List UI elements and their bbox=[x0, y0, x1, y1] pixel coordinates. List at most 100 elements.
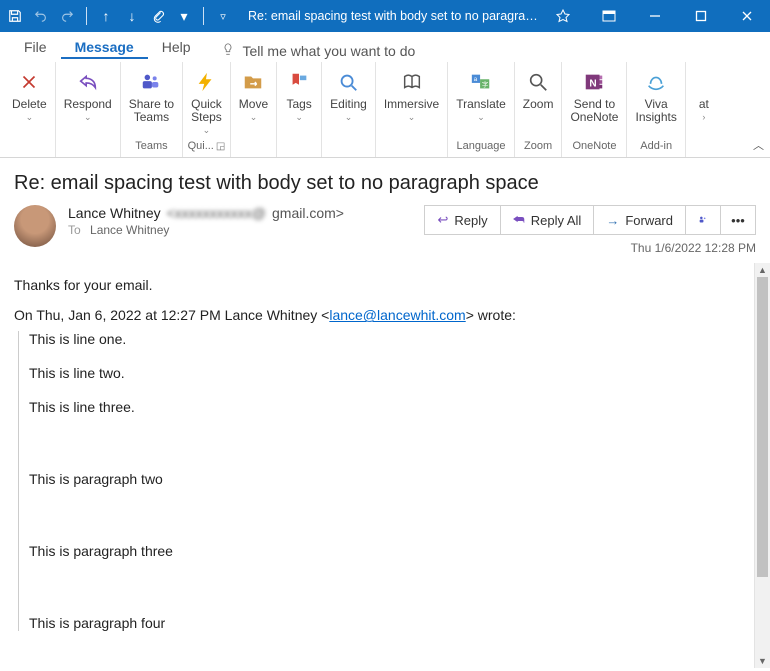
send-to-onenote-button[interactable]: NSend to OneNote bbox=[564, 66, 624, 126]
titlebar: ↑ ↓ ▾ ▿ Re: email spacing test with body… bbox=[0, 0, 770, 32]
at-icon bbox=[690, 68, 718, 96]
menu-help[interactable]: Help bbox=[148, 35, 205, 59]
message-header: Lance Whitney <xxxxxxxxxxx@gmail.com> To… bbox=[0, 201, 770, 263]
group-overflow: at› bbox=[686, 62, 722, 157]
undo-icon[interactable] bbox=[32, 7, 50, 25]
reply-icon: ↩ bbox=[437, 212, 448, 228]
share-to-teams-button[interactable]: Share to Teams bbox=[123, 66, 180, 126]
viva-icon bbox=[642, 68, 670, 96]
close-button[interactable] bbox=[724, 0, 770, 32]
separator bbox=[86, 7, 87, 25]
viva-insights-button[interactable]: Viva Insights bbox=[629, 66, 682, 126]
move-icon bbox=[239, 68, 267, 96]
email-subject: Re: email spacing test with body set to … bbox=[14, 172, 756, 195]
vertical-scrollbar[interactable]: ▲ ▼ bbox=[754, 263, 770, 668]
reply-button[interactable]: ↩Reply bbox=[424, 205, 500, 235]
svg-text:N: N bbox=[590, 79, 597, 90]
teams-chat-button[interactable] bbox=[685, 205, 721, 235]
group-onenote: NSend to OneNote OneNote bbox=[562, 62, 627, 157]
zoom-button[interactable]: Zoom bbox=[517, 66, 560, 113]
group-delete: Delete⌄ bbox=[4, 62, 56, 157]
collapse-ribbon-icon[interactable]: ︿ bbox=[753, 137, 764, 153]
menu-file[interactable]: File bbox=[10, 35, 61, 59]
move-button[interactable]: Move⌄ bbox=[233, 66, 274, 125]
svg-text:a: a bbox=[474, 76, 478, 83]
scroll-thumb[interactable] bbox=[757, 277, 768, 577]
body-line: Thanks for your email. bbox=[14, 277, 756, 293]
group-tags: Tags⌄ bbox=[277, 62, 322, 157]
scroll-down-icon[interactable]: ▼ bbox=[755, 654, 770, 668]
message-date: Thu 1/6/2022 12:28 PM bbox=[424, 241, 756, 255]
tell-me-search[interactable]: Tell me what you want to do bbox=[221, 42, 416, 59]
group-quick-steps: Quick Steps⌄ Qui...◲ bbox=[183, 62, 231, 157]
forward-icon: → bbox=[606, 213, 619, 228]
previous-item-icon[interactable]: ↑ bbox=[97, 7, 115, 25]
overflow-button[interactable]: at› bbox=[688, 66, 720, 125]
sender-email: <xxxxxxxxxxx@ bbox=[167, 205, 266, 221]
svg-text:字: 字 bbox=[482, 80, 488, 89]
next-item-icon[interactable]: ↓ bbox=[123, 7, 141, 25]
delete-button[interactable]: Delete⌄ bbox=[6, 66, 53, 125]
quoted-line: This is line three. bbox=[29, 399, 756, 415]
redo-icon[interactable] bbox=[58, 7, 76, 25]
quote-intro: On Thu, Jan 6, 2022 at 12:27 PM Lance Wh… bbox=[14, 307, 756, 323]
group-addin: Viva Insights Add-in bbox=[627, 62, 685, 157]
quoted-block: This is line one. This is line two. This… bbox=[18, 331, 756, 631]
dialog-launcher-icon[interactable]: ◲ bbox=[216, 141, 225, 152]
scroll-up-icon[interactable]: ▲ bbox=[755, 263, 770, 277]
attach-dropdown-icon[interactable]: ▾ bbox=[175, 7, 193, 25]
group-teams: Share to Teams Teams bbox=[121, 62, 183, 157]
tell-me-label: Tell me what you want to do bbox=[243, 43, 416, 59]
group-respond: Respond⌄ bbox=[56, 62, 121, 157]
avatar[interactable] bbox=[14, 205, 56, 247]
editing-button[interactable]: Editing⌄ bbox=[324, 66, 373, 125]
quick-steps-icon bbox=[192, 68, 220, 96]
translate-icon: a字 bbox=[467, 68, 495, 96]
quoted-line: This is line one. bbox=[29, 331, 756, 347]
group-move: Move⌄ bbox=[231, 62, 277, 157]
minimize-button[interactable] bbox=[632, 0, 678, 32]
message-actions: ↩Reply ⮪Reply All →Forward ••• bbox=[424, 205, 756, 235]
quick-access-toolbar: ↑ ↓ ▾ ▿ bbox=[0, 7, 232, 25]
tags-icon bbox=[285, 68, 313, 96]
immersive-icon bbox=[398, 68, 426, 96]
quoted-email-link[interactable]: lance@lancewhit.com bbox=[329, 307, 465, 323]
attach-icon[interactable] bbox=[149, 7, 167, 25]
quoted-line: This is paragraph four bbox=[29, 615, 756, 631]
delete-icon bbox=[15, 68, 43, 96]
respond-button[interactable]: Respond⌄ bbox=[58, 66, 118, 125]
editing-icon bbox=[334, 68, 362, 96]
quoted-line: This is paragraph three bbox=[29, 543, 756, 559]
quoted-line: This is line two. bbox=[29, 365, 756, 381]
quick-steps-button[interactable]: Quick Steps⌄ bbox=[185, 66, 228, 138]
zoom-icon bbox=[524, 68, 552, 96]
menu-message[interactable]: Message bbox=[61, 35, 148, 59]
sender-domain: gmail.com> bbox=[272, 205, 344, 221]
teams-icon bbox=[137, 68, 165, 96]
group-editing: Editing⌄ bbox=[322, 62, 376, 157]
save-icon[interactable] bbox=[6, 7, 24, 25]
to-label: To bbox=[68, 223, 81, 237]
teams-small-icon bbox=[698, 212, 708, 228]
menubar: File Message Help Tell me what you want … bbox=[0, 32, 770, 60]
customize-qat-icon[interactable]: ▿ bbox=[214, 7, 232, 25]
ribbon-display-icon[interactable] bbox=[586, 0, 632, 32]
window-controls bbox=[540, 0, 770, 32]
lightbulb-icon bbox=[221, 42, 235, 59]
reply-all-button[interactable]: ⮪Reply All bbox=[500, 205, 595, 235]
subject-bar: Re: email spacing test with body set to … bbox=[0, 158, 770, 201]
separator bbox=[203, 7, 204, 25]
coming-soon-icon[interactable] bbox=[540, 0, 586, 32]
forward-button[interactable]: →Forward bbox=[593, 205, 686, 235]
reply-all-icon: ⮪ bbox=[513, 212, 525, 228]
respond-icon bbox=[74, 68, 102, 96]
immersive-button[interactable]: Immersive⌄ bbox=[378, 66, 445, 125]
more-actions-button[interactable]: ••• bbox=[720, 205, 756, 235]
quoted-line: This is paragraph two bbox=[29, 471, 756, 487]
message-body: Thanks for your email. On Thu, Jan 6, 20… bbox=[0, 263, 770, 645]
tags-button[interactable]: Tags⌄ bbox=[279, 66, 319, 125]
message-body-wrap: Thanks for your email. On Thu, Jan 6, 20… bbox=[0, 263, 770, 668]
translate-button[interactable]: a字Translate⌄ bbox=[450, 66, 512, 125]
maximize-button[interactable] bbox=[678, 0, 724, 32]
group-language: a字Translate⌄ Language bbox=[448, 62, 515, 157]
